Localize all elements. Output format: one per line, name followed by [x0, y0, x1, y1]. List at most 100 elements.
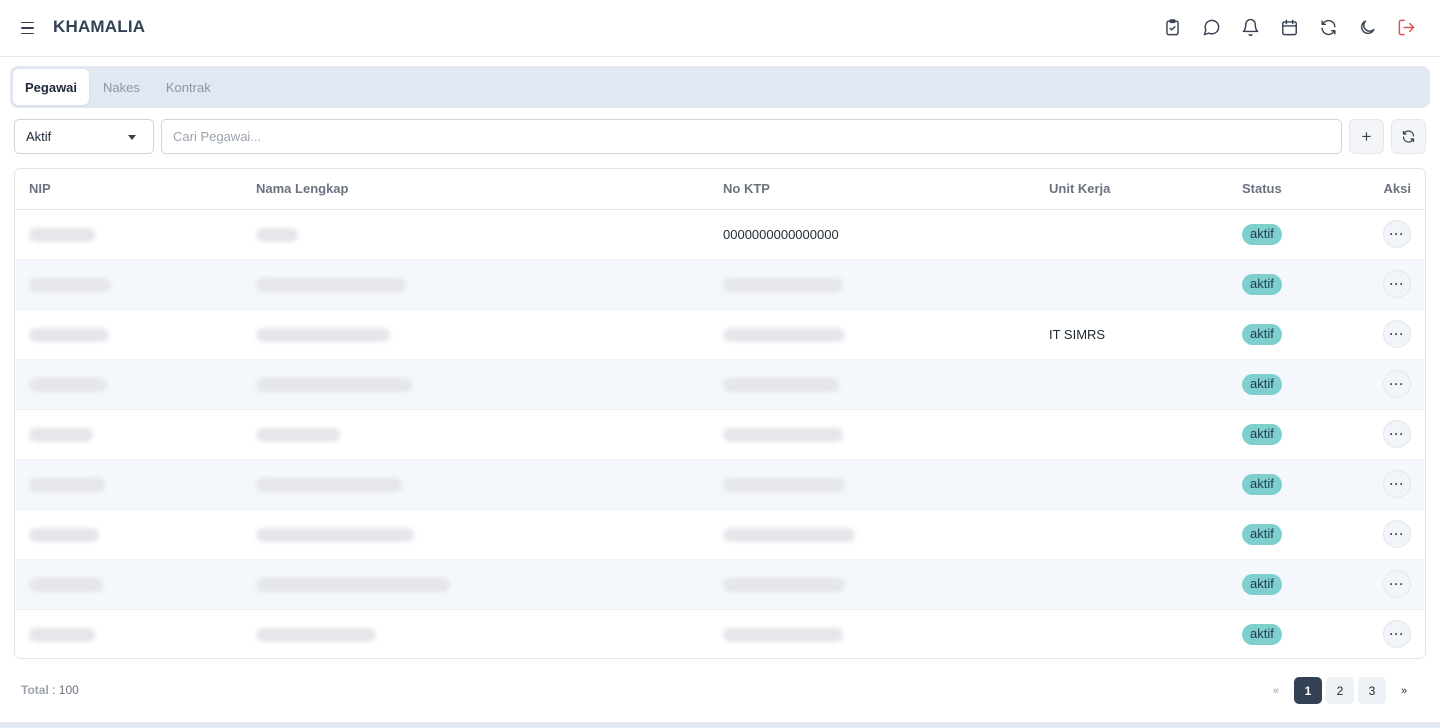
table-row[interactable]: aktif ···: [15, 359, 1425, 410]
unit-cell: [1049, 209, 1242, 260]
redacted-ktp: [723, 327, 845, 342]
status-badge: aktif: [1242, 223, 1282, 245]
status-badge: aktif: [1242, 273, 1282, 295]
unit-cell: IT SIMRS: [1049, 309, 1242, 360]
chat-icon[interactable]: [1201, 16, 1221, 38]
column-header-ktp: No KTP: [723, 169, 1049, 210]
row-actions-button[interactable]: ···: [1383, 270, 1411, 298]
search-input[interactable]: [161, 119, 1342, 154]
clipboard-check-icon[interactable]: [1162, 16, 1182, 38]
status-badge: aktif: [1242, 623, 1282, 645]
unit-cell: [1049, 359, 1242, 410]
redacted-ktp: [723, 277, 843, 292]
unit-cell: [1049, 409, 1242, 460]
column-header-aksi: Aksi: [1362, 169, 1425, 210]
column-header-status: Status: [1242, 169, 1362, 210]
status-badge: aktif: [1242, 373, 1282, 395]
refresh-icon[interactable]: [1318, 16, 1338, 38]
redacted-ktp: [723, 627, 843, 642]
redacted-ktp: [723, 577, 845, 592]
redacted-name: [256, 327, 390, 342]
row-actions-button[interactable]: ···: [1383, 220, 1411, 248]
table-row[interactable]: IT SIMRS aktif ···: [15, 309, 1425, 360]
page-button-3[interactable]: 3: [1358, 677, 1386, 704]
next-page-button[interactable]: »: [1390, 677, 1418, 704]
table-row[interactable]: aktif ···: [15, 459, 1425, 510]
table-header-row: NIP Nama Lengkap No KTP Unit Kerja Statu…: [15, 169, 1425, 210]
menu-icon[interactable]: [18, 18, 38, 38]
unit-cell: [1049, 559, 1242, 610]
status-badge: aktif: [1242, 323, 1282, 345]
row-actions-button[interactable]: ···: [1383, 470, 1411, 498]
row-actions-button[interactable]: ···: [1383, 320, 1411, 348]
row-actions-button[interactable]: ···: [1383, 570, 1411, 598]
redacted-nip: [29, 427, 93, 442]
redacted-name: [256, 477, 402, 492]
add-button[interactable]: +: [1349, 119, 1384, 154]
redacted-nip: [29, 327, 109, 342]
refresh-icon: [1402, 130, 1415, 143]
top-bar: KHAMALIA: [0, 0, 1440, 57]
table-row[interactable]: aktif ···: [15, 259, 1425, 310]
redacted-ktp: [723, 427, 843, 442]
redacted-nip: [29, 527, 99, 542]
table-row[interactable]: aktif ···: [15, 609, 1425, 658]
redacted-name: [256, 377, 412, 392]
ktp-cell: 0000000000000000: [723, 209, 1049, 260]
status-badge: aktif: [1242, 523, 1282, 545]
employee-tabs: Pegawai Nakes Kontrak: [10, 66, 1430, 108]
tab-kontrak[interactable]: Kontrak: [154, 69, 223, 105]
redacted-nip: [29, 577, 103, 592]
status-badge: aktif: [1242, 473, 1282, 495]
calendar-icon[interactable]: [1279, 16, 1299, 38]
redacted-nip: [29, 477, 105, 492]
status-badge: aktif: [1242, 573, 1282, 595]
status-badge: aktif: [1242, 423, 1282, 445]
row-actions-button[interactable]: ···: [1383, 620, 1411, 648]
header-actions: [1162, 16, 1416, 38]
table-row[interactable]: aktif ···: [15, 559, 1425, 610]
reload-button[interactable]: [1391, 119, 1426, 154]
row-actions-button[interactable]: ···: [1383, 420, 1411, 448]
status-filter-select[interactable]: Aktif: [14, 119, 154, 154]
unit-cell: [1049, 509, 1242, 560]
column-header-nama: Nama Lengkap: [256, 169, 723, 210]
total-value: : 100: [52, 683, 79, 697]
unit-cell: [1049, 459, 1242, 510]
redacted-ktp: [723, 377, 839, 392]
redacted-ktp: [723, 527, 855, 542]
redacted-name: [256, 577, 450, 592]
moon-icon[interactable]: [1357, 16, 1377, 38]
pagination: « 1 2 3 »: [1262, 677, 1418, 704]
app-title: KHAMALIA: [53, 17, 146, 36]
page-button-2[interactable]: 2: [1326, 677, 1354, 704]
status-filter-value: Aktif: [26, 129, 52, 144]
redacted-name: [256, 427, 340, 442]
tab-pegawai[interactable]: Pegawai: [13, 69, 90, 105]
total-label: Total: [21, 683, 49, 697]
tab-nakes[interactable]: Nakes: [91, 69, 152, 105]
logout-icon[interactable]: [1396, 16, 1416, 38]
bottom-scroll-strip: [0, 722, 1440, 728]
redacted-nip: [29, 377, 107, 392]
row-actions-button[interactable]: ···: [1383, 520, 1411, 548]
redacted-name: [256, 227, 298, 242]
table-row[interactable]: 0000000000000000 aktif ···: [15, 209, 1425, 260]
employee-table: NIP Nama Lengkap No KTP Unit Kerja Statu…: [14, 168, 1426, 659]
redacted-nip: [29, 277, 111, 292]
page-button-1[interactable]: 1: [1294, 677, 1322, 704]
redacted-name: [256, 277, 406, 292]
redacted-name: [256, 527, 414, 542]
redacted-ktp: [723, 477, 845, 492]
table-row[interactable]: aktif ···: [15, 409, 1425, 460]
unit-cell: [1049, 609, 1242, 658]
chevron-down-icon: [128, 135, 136, 140]
table-row[interactable]: aktif ···: [15, 509, 1425, 560]
total-count: Total : 100: [21, 683, 79, 697]
row-actions-button[interactable]: ···: [1383, 370, 1411, 398]
unit-cell: [1049, 259, 1242, 310]
bell-icon[interactable]: [1240, 16, 1260, 38]
redacted-nip: [29, 227, 95, 242]
column-header-unit: Unit Kerja: [1049, 169, 1242, 210]
prev-page-button[interactable]: «: [1262, 677, 1290, 704]
